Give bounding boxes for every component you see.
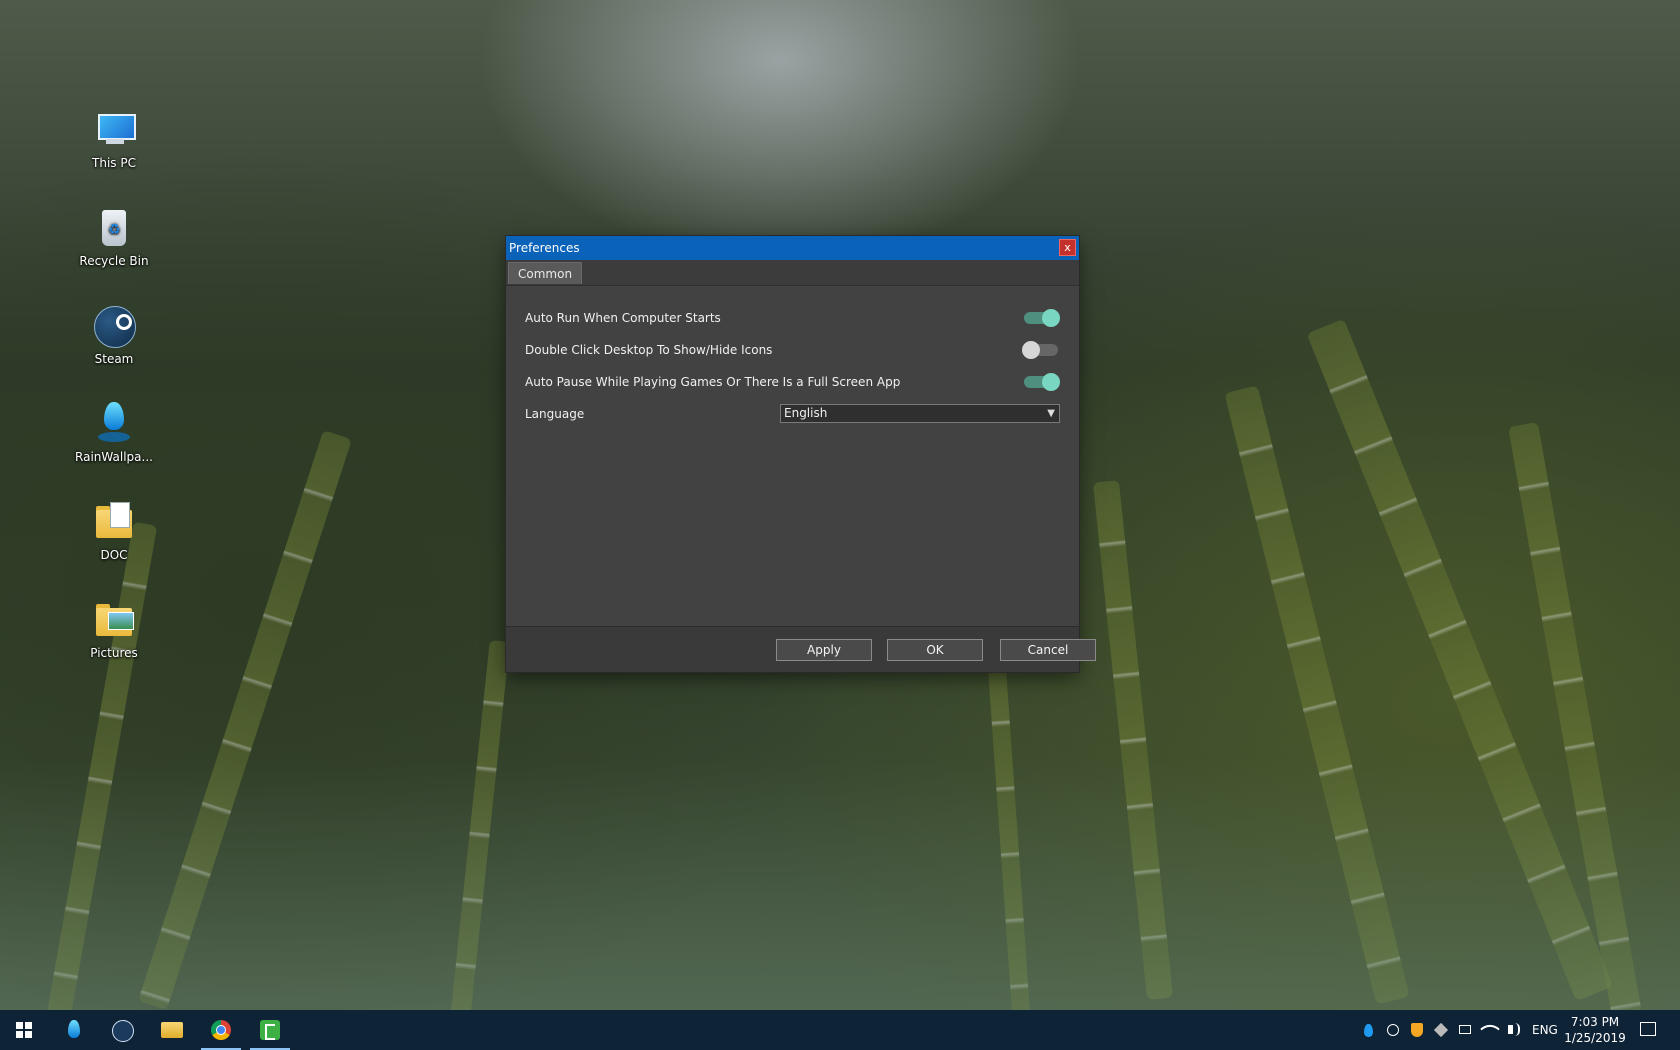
tray-security-icon[interactable]: [1410, 1010, 1424, 1050]
wifi-icon[interactable]: [1482, 1010, 1498, 1050]
tray-app-icon[interactable]: [1434, 1010, 1448, 1050]
double-click-desktop-toggle[interactable]: [1022, 341, 1060, 359]
windows-logo-icon: [16, 1022, 32, 1038]
desktop-icon-recycle-bin[interactable]: ♻ Recycle Bin: [66, 206, 162, 268]
desktop-icon-pictures[interactable]: Pictures: [66, 598, 162, 660]
language-select[interactable]: English ▼: [780, 404, 1060, 423]
desktop-icon-this-pc[interactable]: This PC: [66, 108, 162, 170]
desktop-icon-steam[interactable]: Steam: [66, 304, 162, 366]
system-clock[interactable]: 7:03 PM 1/25/2019: [1560, 1014, 1630, 1046]
pictures-folder-icon: [92, 598, 136, 642]
clock-date: 1/25/2019: [1560, 1030, 1630, 1046]
clock-time: 7:03 PM: [1560, 1014, 1630, 1030]
chevron-down-icon: ▼: [1047, 405, 1055, 422]
taskbar-steam[interactable]: [98, 1010, 146, 1050]
close-button[interactable]: x: [1059, 239, 1076, 256]
taskbar: ENG 7:03 PM 1/25/2019: [0, 1010, 1680, 1050]
steam-icon: [112, 1020, 134, 1042]
language-label: Language: [525, 407, 584, 421]
setting-auto-run: Auto Run When Computer Starts: [525, 307, 1060, 329]
preferences-dialog: Preferences x Common Auto Run When Compu…: [506, 236, 1079, 672]
desktop-icon-label: RainWallpa...: [66, 450, 162, 464]
taskbar-chrome[interactable]: [197, 1010, 245, 1050]
recycle-bin-icon: ♻: [92, 206, 136, 250]
cancel-button[interactable]: Cancel: [1000, 639, 1096, 661]
desktop-icon-label: DOC: [66, 548, 162, 562]
settings-panel: Auto Run When Computer Starts Double Cli…: [506, 286, 1079, 626]
camtasia-icon: [260, 1020, 280, 1040]
chrome-icon: [211, 1020, 231, 1040]
desktop-icon-doc[interactable]: DOC: [66, 500, 162, 562]
tray-steam-icon[interactable]: [1386, 1010, 1400, 1050]
desktop-icon-rainwallpaper[interactable]: RainWallpa...: [66, 402, 162, 464]
steam-icon: [92, 304, 136, 348]
desktop-icon-label: Pictures: [66, 646, 162, 660]
folder-icon: [92, 500, 136, 544]
computer-icon: [92, 108, 136, 152]
taskbar-rainwallpaper[interactable]: [50, 1010, 98, 1050]
setting-label: Auto Pause While Playing Games Or There …: [525, 375, 900, 389]
setting-double-click-desktop: Double Click Desktop To Show/Hide Icons: [525, 339, 1060, 361]
dialog-titlebar[interactable]: Preferences x: [506, 236, 1079, 260]
rainwallpaper-icon: [68, 1020, 80, 1038]
tray-rainwallpaper-icon[interactable]: [1362, 1010, 1376, 1050]
tab-common[interactable]: Common: [508, 262, 582, 284]
volume-icon[interactable]: [1506, 1010, 1522, 1050]
notification-center-icon[interactable]: [1638, 1010, 1658, 1050]
battery-icon[interactable]: [1458, 1010, 1474, 1050]
file-explorer-icon: [161, 1022, 183, 1038]
desktop-icon-label: Steam: [66, 352, 162, 366]
setting-label: Auto Run When Computer Starts: [525, 311, 721, 325]
auto-run-toggle[interactable]: [1022, 309, 1060, 327]
start-button[interactable]: [0, 1010, 48, 1050]
auto-pause-toggle[interactable]: [1022, 373, 1060, 391]
desktop-icon-label: Recycle Bin: [66, 254, 162, 268]
taskbar-file-explorer[interactable]: [148, 1010, 196, 1050]
setting-label: Double Click Desktop To Show/Hide Icons: [525, 343, 772, 357]
input-language-indicator[interactable]: ENG: [1532, 1010, 1562, 1050]
taskbar-camtasia[interactable]: [246, 1010, 294, 1050]
desktop-icon-label: This PC: [66, 156, 162, 170]
ok-button[interactable]: OK: [887, 639, 983, 661]
setting-auto-pause: Auto Pause While Playing Games Or There …: [525, 371, 1060, 393]
rainwallpaper-icon: [92, 402, 136, 446]
apply-button[interactable]: Apply: [776, 639, 872, 661]
dialog-title: Preferences: [509, 241, 580, 255]
setting-language: Language English ▼: [525, 403, 1060, 425]
tab-strip: Common: [506, 260, 1079, 286]
dialog-footer: Apply OK Cancel: [506, 626, 1079, 672]
language-select-value: English: [784, 406, 827, 420]
